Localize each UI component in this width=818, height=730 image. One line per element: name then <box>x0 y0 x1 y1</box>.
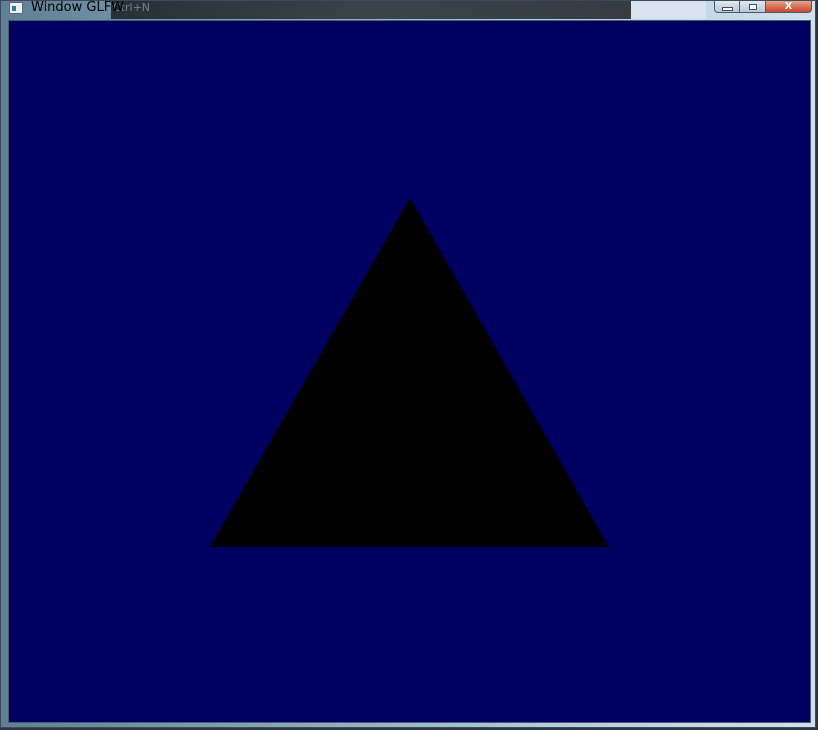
window-title: Window GLFW <box>31 0 125 15</box>
minimize-button[interactable] <box>714 1 740 13</box>
title-bar[interactable]: Window GLFW X <box>1 0 817 19</box>
app-icon[interactable] <box>9 2 23 14</box>
opengl-viewport[interactable] <box>8 20 811 723</box>
close-icon: X <box>784 0 793 12</box>
maximize-button[interactable] <box>740 1 766 13</box>
minimize-icon <box>721 7 733 11</box>
maximize-icon <box>748 3 757 10</box>
render-surface <box>210 198 609 547</box>
app-window: Ctrl+N Window GLFW X <box>0 0 816 728</box>
close-button[interactable]: X <box>766 1 812 13</box>
window-controls: X <box>714 1 812 13</box>
triangle-shape <box>210 198 609 547</box>
